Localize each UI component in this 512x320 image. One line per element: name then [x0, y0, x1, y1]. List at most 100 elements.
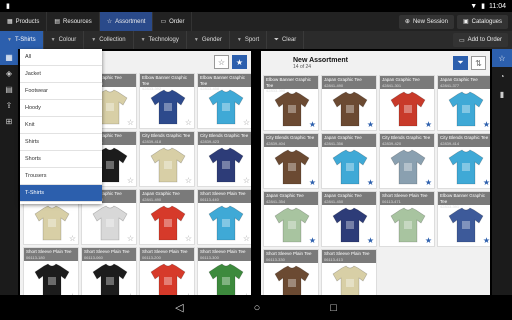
product-label: Elbow Banner Graphic Tee 42833-390 [264, 76, 318, 93]
catalogues-button[interactable]: ▣ Catalogues [456, 14, 508, 29]
dropdown-item[interactable]: Trousers [20, 168, 102, 185]
product-tile[interactable]: Short Sleeve Plain Tee06113-200☆ [139, 247, 195, 295]
sort-button[interactable]: ⇅ [471, 56, 486, 70]
product-name: City Blends Graphic Tee [266, 135, 315, 140]
star-icon[interactable]: ★ [425, 178, 432, 187]
star-outline-icon[interactable]: ☆ [243, 118, 250, 127]
product-tile[interactable]: Japan Graphic Tee 42841-354 ★ [263, 191, 319, 247]
document-icon[interactable]: ▤ [0, 81, 18, 97]
assortment-tools-icon[interactable]: ⊞ [0, 113, 18, 129]
product-tile[interactable]: Short Sleeve Plain Tee06113-300☆ [197, 247, 251, 295]
product-tile[interactable]: Short Sleeve Plain Tee06113-330☆ [263, 249, 319, 295]
filter-collection[interactable]: ▼ Collection [84, 31, 134, 49]
product-tile[interactable]: Japan Graphic Tee 42841-377 ★ [437, 75, 490, 131]
filter-gender[interactable]: ▼ Gender [187, 31, 230, 49]
bar-chart-icon[interactable]: ▮ [492, 85, 512, 103]
product-tile[interactable]: Short Sleeve Plain Tee 06113-440 ☆ [197, 189, 251, 245]
left-toolbar: ▦ ◈ ▤ ⇪ ⊞ [0, 49, 18, 295]
star-icon[interactable]: ★ [367, 236, 374, 245]
dropdown-item[interactable]: Knit [20, 117, 102, 134]
dropdown-item[interactable]: Shirts [20, 134, 102, 151]
product-tile[interactable]: Japan Graphic Tee 42841-301 ★ [379, 75, 435, 131]
filter-technology[interactable]: ▼ Technology [134, 31, 187, 49]
tab-assortment[interactable]: ☆ Assortment [99, 12, 154, 31]
chevron-down-icon: ▼ [236, 37, 242, 43]
clear-filters-button[interactable]: ⏷ Clear [267, 31, 305, 49]
product-tile[interactable]: City Blends Graphic Tee 42839-404 ★ [263, 133, 319, 189]
dropdown-item[interactable]: All [20, 49, 102, 66]
star-icon[interactable]: ★ [309, 120, 316, 129]
product-tile[interactable]: Short Sleeve Plain Tee06113-180☆ [23, 247, 79, 295]
product-sku: 06113-330 [266, 256, 285, 262]
favorite-toggle-button[interactable]: ☆ [214, 55, 229, 69]
filter-colour[interactable]: ▼ Colour [44, 31, 85, 49]
dropdown-item[interactable]: Shorts [20, 151, 102, 168]
back-icon[interactable]: ◁ [175, 301, 183, 314]
star-icon[interactable]: ★ [367, 120, 374, 129]
dropdown-item[interactable]: T-Shirts [20, 185, 102, 202]
star-outline-icon[interactable]: ☆ [185, 176, 192, 185]
add-to-order-button[interactable]: ▭ Add to Order [452, 33, 508, 47]
cart-icon: ▭ [160, 19, 167, 25]
star-icon[interactable]: ☆ [492, 49, 512, 67]
star-icon[interactable]: ★ [309, 236, 316, 245]
star-outline-icon[interactable]: ☆ [127, 176, 134, 185]
star-icon[interactable]: ★ [425, 236, 432, 245]
product-label: Short Sleeve Plain Tee 06113-180 [24, 248, 78, 261]
star-icon[interactable]: ★ [425, 120, 432, 129]
product-tile[interactable]: Japan Graphic Tee42841-490 ☆ [139, 189, 195, 245]
star-outline-icon[interactable]: ☆ [127, 234, 134, 243]
dropdown-item[interactable]: Jacket [20, 66, 102, 83]
star-outline-icon[interactable]: ☆ [185, 234, 192, 243]
star-outline-icon[interactable]: ☆ [185, 118, 192, 127]
tab-order[interactable]: ▭ Order [153, 12, 193, 31]
favorite-filter-button[interactable]: ★ [232, 55, 247, 69]
product-tile[interactable]: Elbow Banner Graphic Tee 42833-391 ★ [437, 191, 490, 247]
product-tile[interactable]: Elbow Banner Graphic Tee 42833-458 ☆ [197, 73, 251, 129]
product-label: Japan Graphic Tee 42841-354 [264, 192, 318, 205]
new-session-button[interactable]: ⊕ New Session [398, 14, 454, 29]
star-icon[interactable]: ★ [483, 178, 490, 187]
grid-view-icon[interactable]: ▦ [0, 49, 18, 65]
product-tile[interactable]: Japan Graphic Tee 42841-450 ★ [321, 191, 377, 247]
product-tile[interactable]: City Blends Graphic Tee 42839-423 ☆ [197, 131, 251, 187]
star-icon[interactable]: ★ [483, 236, 490, 245]
tab-products[interactable]: ▦ Products [0, 12, 48, 31]
right-toolbar: ☆ ◔ ▮ [492, 49, 512, 295]
star-icon[interactable]: ★ [309, 178, 316, 187]
star-icon[interactable]: ★ [483, 120, 490, 129]
tab-resources[interactable]: ▤ Resources [47, 12, 100, 31]
product-tile[interactable]: Elbow Banner Graphic Tee 42833-392 ☆ [139, 73, 195, 129]
product-tile[interactable]: Japan Graphic Tee 42841-356 ★ [321, 133, 377, 189]
dashboard-icon[interactable]: ◔ [492, 67, 512, 85]
product-tile[interactable]: City Blends Graphic Tee 42839-414 ★ [437, 133, 490, 189]
product-tile[interactable]: Elbow Banner Graphic Tee 42833-390 ★ [263, 75, 319, 131]
product-name: Short Sleeve Plain Tee [266, 251, 312, 256]
product-tile[interactable]: City Blends Graphic Tee 42839-420 ★ [379, 133, 435, 189]
layers-icon[interactable]: ◈ [0, 65, 18, 81]
star-outline-icon[interactable]: ☆ [69, 234, 76, 243]
dropdown-item[interactable]: Footwear [20, 83, 102, 100]
product-sku: 06113-300 [200, 254, 219, 260]
filter-sport[interactable]: ▼ Sport [230, 31, 268, 49]
star-outline-icon[interactable]: ☆ [243, 234, 250, 243]
product-tile[interactable]: City Blends Graphic Tee 42839-418 ☆ [139, 131, 195, 187]
assortment-filter-button[interactable]: ⏷ [453, 56, 468, 70]
export-icon[interactable]: ⇪ [0, 97, 18, 113]
dropdown-item[interactable]: Hoody [20, 100, 102, 117]
product-tile[interactable]: Short Sleeve Plain Tee06113-413☆ [321, 249, 377, 295]
star-outline-icon[interactable]: ☆ [243, 176, 250, 185]
product-tile[interactable]: Short Sleeve Plain Tee 06113-471 ★ [379, 191, 435, 247]
filter-category[interactable]: ▼ T-Shirts [0, 31, 44, 49]
chevron-down-icon: ▼ [7, 37, 12, 43]
star-icon[interactable]: ★ [367, 178, 374, 187]
chevron-down-icon: ▼ [193, 37, 199, 43]
home-icon[interactable]: ○ [254, 302, 261, 314]
star-outline-icon[interactable]: ☆ [127, 118, 134, 127]
recents-icon[interactable]: □ [330, 302, 337, 314]
product-tile[interactable]: Short Sleeve Plain Tee06113-060☆ [81, 247, 137, 295]
assortment-title: New Assortment [293, 56, 348, 64]
product-label: City Blends Graphic Tee 42839-404 [264, 134, 318, 147]
product-tile[interactable]: Japan Graphic Tee 42841-490 ★ [321, 75, 377, 131]
product-name: City Blends Graphic Tee [382, 135, 431, 140]
